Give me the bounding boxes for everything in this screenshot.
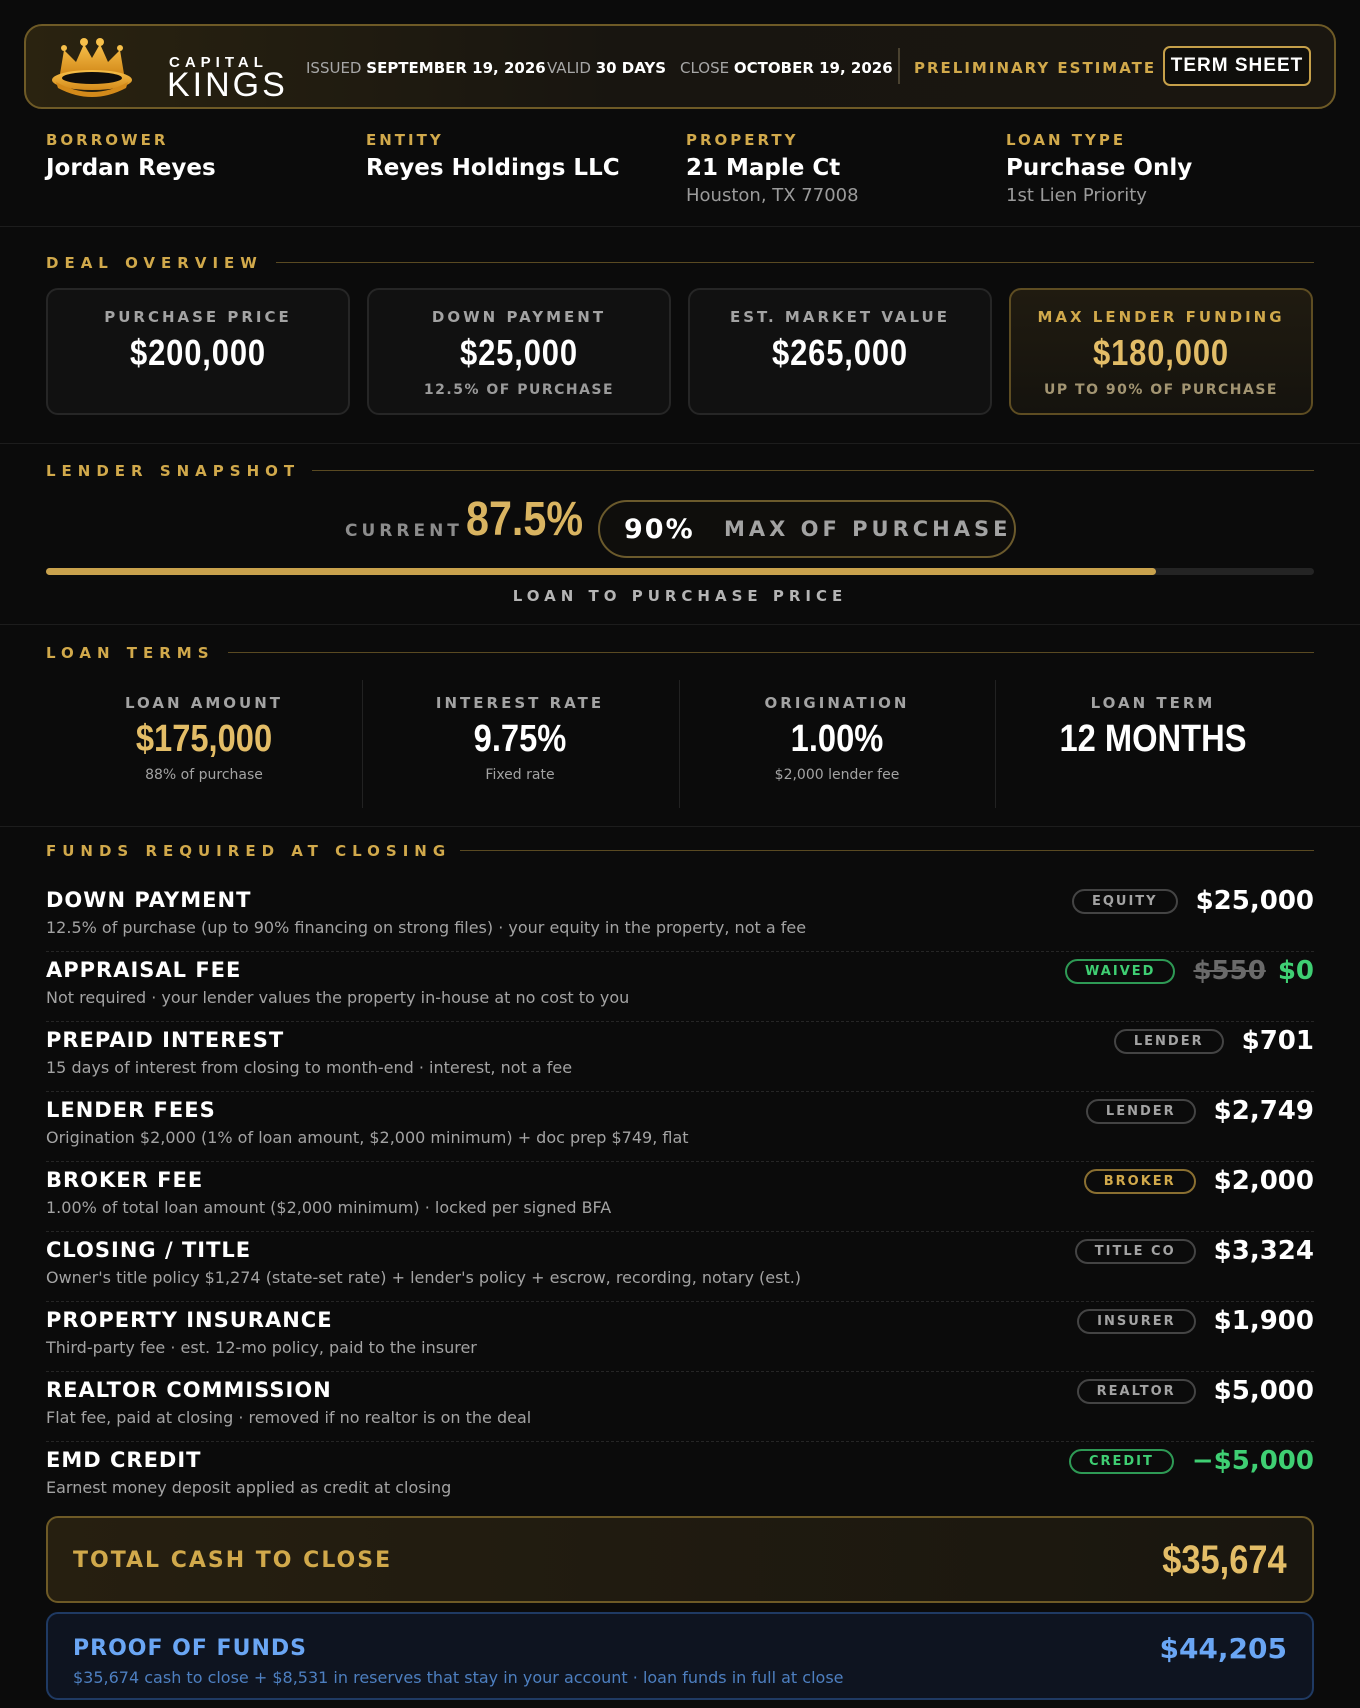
interest-rate-term: INTEREST RATE 9.75% Fixed rate bbox=[435, 694, 605, 783]
fund-row-down-payment: DOWN PAYMENT 12.5% of purchase (up to 90… bbox=[46, 884, 1314, 952]
ltv-progress-fill bbox=[46, 568, 1156, 575]
insurer-tag: INSURER bbox=[1077, 1308, 1196, 1334]
title-co-tag: TITLE CO bbox=[1074, 1238, 1196, 1264]
loan-terms-title: LOAN TERMS bbox=[46, 644, 215, 662]
ltv-caption: LOAN TO PURCHASE PRICE bbox=[512, 587, 848, 605]
fund-amount: $1,900 bbox=[1213, 1306, 1314, 1336]
fund-row-appraisal-fee: APPRAISAL FEE Not required · your lender… bbox=[46, 954, 1314, 1022]
lender-snapshot-title: LENDER SNAPSHOT bbox=[46, 462, 301, 480]
section-rule bbox=[276, 262, 1314, 263]
fund-row-lender-fees: LENDER FEES Origination $2,000 (1% of lo… bbox=[46, 1094, 1314, 1162]
status-label: PRELIMINARY ESTIMATE bbox=[914, 59, 1157, 77]
ltv-progress-bar bbox=[46, 568, 1314, 575]
borrower-info: BORROWER Jordan Reyes bbox=[46, 131, 216, 181]
fund-row-closing-title: CLOSING / TITLE Owner's title policy $1,… bbox=[46, 1234, 1314, 1302]
max-ltv-value: 90% bbox=[624, 514, 695, 545]
term-sheet-page: CAPITAL KINGS ISSUED SEPTEMBER 19, 2026 … bbox=[0, 0, 1360, 1708]
lender-tag: LENDER bbox=[1113, 1028, 1224, 1054]
proof-of-funds-label: PROOF OF FUNDS bbox=[73, 1636, 307, 1661]
original-amount: $550 bbox=[1193, 956, 1266, 986]
fund-amount: $5,000 bbox=[1213, 1376, 1314, 1406]
divider bbox=[0, 624, 1360, 625]
proof-of-funds: PROOF OF FUNDS $35,674 cash to close + $… bbox=[46, 1612, 1314, 1700]
term-sheet-button[interactable]: TERM SHEET bbox=[1163, 46, 1311, 86]
lender-tag: LENDER bbox=[1085, 1098, 1196, 1124]
deal-overview-title: DEAL OVERVIEW bbox=[46, 254, 263, 272]
divider bbox=[0, 443, 1360, 444]
origination-term: ORIGINATION 1.00% $2,000 lender fee bbox=[764, 694, 910, 783]
credit-tag: CREDIT bbox=[1068, 1448, 1174, 1474]
fund-amount: $2,749 bbox=[1213, 1096, 1314, 1126]
down-payment-card: DOWN PAYMENT $25,000 12.5% OF PURCHASE bbox=[367, 288, 671, 415]
total-value: $35,674 bbox=[1162, 1538, 1287, 1582]
total-cash-to-close: TOTAL CASH TO CLOSE $35,674 bbox=[46, 1516, 1314, 1603]
loan-term-term: LOAN TERM 12 MONTHS bbox=[1059, 694, 1247, 760]
entity-info: ENTITY Reyes Holdings LLC bbox=[366, 131, 620, 181]
fund-amount: $3,324 bbox=[1213, 1236, 1314, 1266]
proof-of-funds-value: $44,205 bbox=[1159, 1632, 1287, 1665]
header-divider bbox=[898, 48, 900, 84]
market-value-card: EST. MARKET VALUE $265,000 bbox=[688, 288, 992, 415]
purchase-price-card: PURCHASE PRICE $200,000 bbox=[46, 288, 350, 415]
broker-tag: BROKER bbox=[1083, 1168, 1196, 1194]
crown-icon bbox=[52, 38, 132, 97]
section-rule bbox=[460, 850, 1314, 851]
property-info: PROPERTY 21 Maple Ct Houston, TX 77008 bbox=[686, 131, 859, 206]
header-bar: CAPITAL KINGS ISSUED SEPTEMBER 19, 2026 … bbox=[24, 24, 1336, 109]
waived-tag: WAIVED bbox=[1065, 958, 1176, 984]
max-ltv-label: MAX OF PURCHASE bbox=[724, 517, 1012, 541]
section-rule bbox=[312, 470, 1314, 471]
fund-row-prepaid-interest: PREPAID INTEREST 15 days of interest fro… bbox=[46, 1024, 1314, 1092]
realtor-tag: REALTOR bbox=[1076, 1378, 1196, 1404]
section-rule bbox=[228, 652, 1314, 653]
valid-duration: VALID 30 DAYS bbox=[547, 59, 667, 77]
proof-of-funds-description: $35,674 cash to close + $8,531 in reserv… bbox=[73, 1668, 844, 1687]
total-label: TOTAL CASH TO CLOSE bbox=[73, 1548, 393, 1573]
current-ltv-label: CURRENT bbox=[345, 521, 463, 541]
close-date: CLOSE OCTOBER 19, 2026 bbox=[680, 59, 893, 77]
fund-amount: −$5,000 bbox=[1191, 1446, 1314, 1476]
fund-row-property-insurance: PROPERTY INSURANCE Third-party fee · est… bbox=[46, 1304, 1314, 1372]
fund-row-emd-credit: EMD CREDIT Earnest money deposit applied… bbox=[46, 1446, 1314, 1497]
fund-amount: $2,000 bbox=[1213, 1166, 1314, 1196]
fund-row-broker-fee: BROKER FEE 1.00% of total loan amount ($… bbox=[46, 1164, 1314, 1232]
max-lender-funding-card: MAX LENDER FUNDING $180,000 UP TO 90% OF… bbox=[1009, 288, 1313, 415]
equity-tag: EQUITY bbox=[1071, 888, 1178, 914]
loan-type-info: LOAN TYPE Purchase Only 1st Lien Priorit… bbox=[1006, 131, 1193, 206]
fund-row-realtor-commission: REALTOR COMMISSION Flat fee, paid at clo… bbox=[46, 1374, 1314, 1442]
funds-required-title: FUNDS REQUIRED AT CLOSING bbox=[46, 842, 452, 860]
brand-name: KINGS bbox=[167, 66, 288, 104]
loan-amount-term: LOAN AMOUNT $175,000 88% of purchase bbox=[124, 694, 283, 783]
divider bbox=[0, 826, 1360, 827]
current-ltv-value: 87.5% bbox=[466, 493, 584, 546]
issued-date: ISSUED SEPTEMBER 19, 2026 bbox=[306, 59, 546, 77]
fund-amount: $0 bbox=[1277, 956, 1314, 986]
fund-amount: $25,000 bbox=[1195, 886, 1314, 916]
max-ltv-pill: 90% MAX OF PURCHASE bbox=[598, 500, 1016, 558]
fund-amount: $701 bbox=[1241, 1026, 1314, 1056]
divider bbox=[0, 226, 1360, 227]
